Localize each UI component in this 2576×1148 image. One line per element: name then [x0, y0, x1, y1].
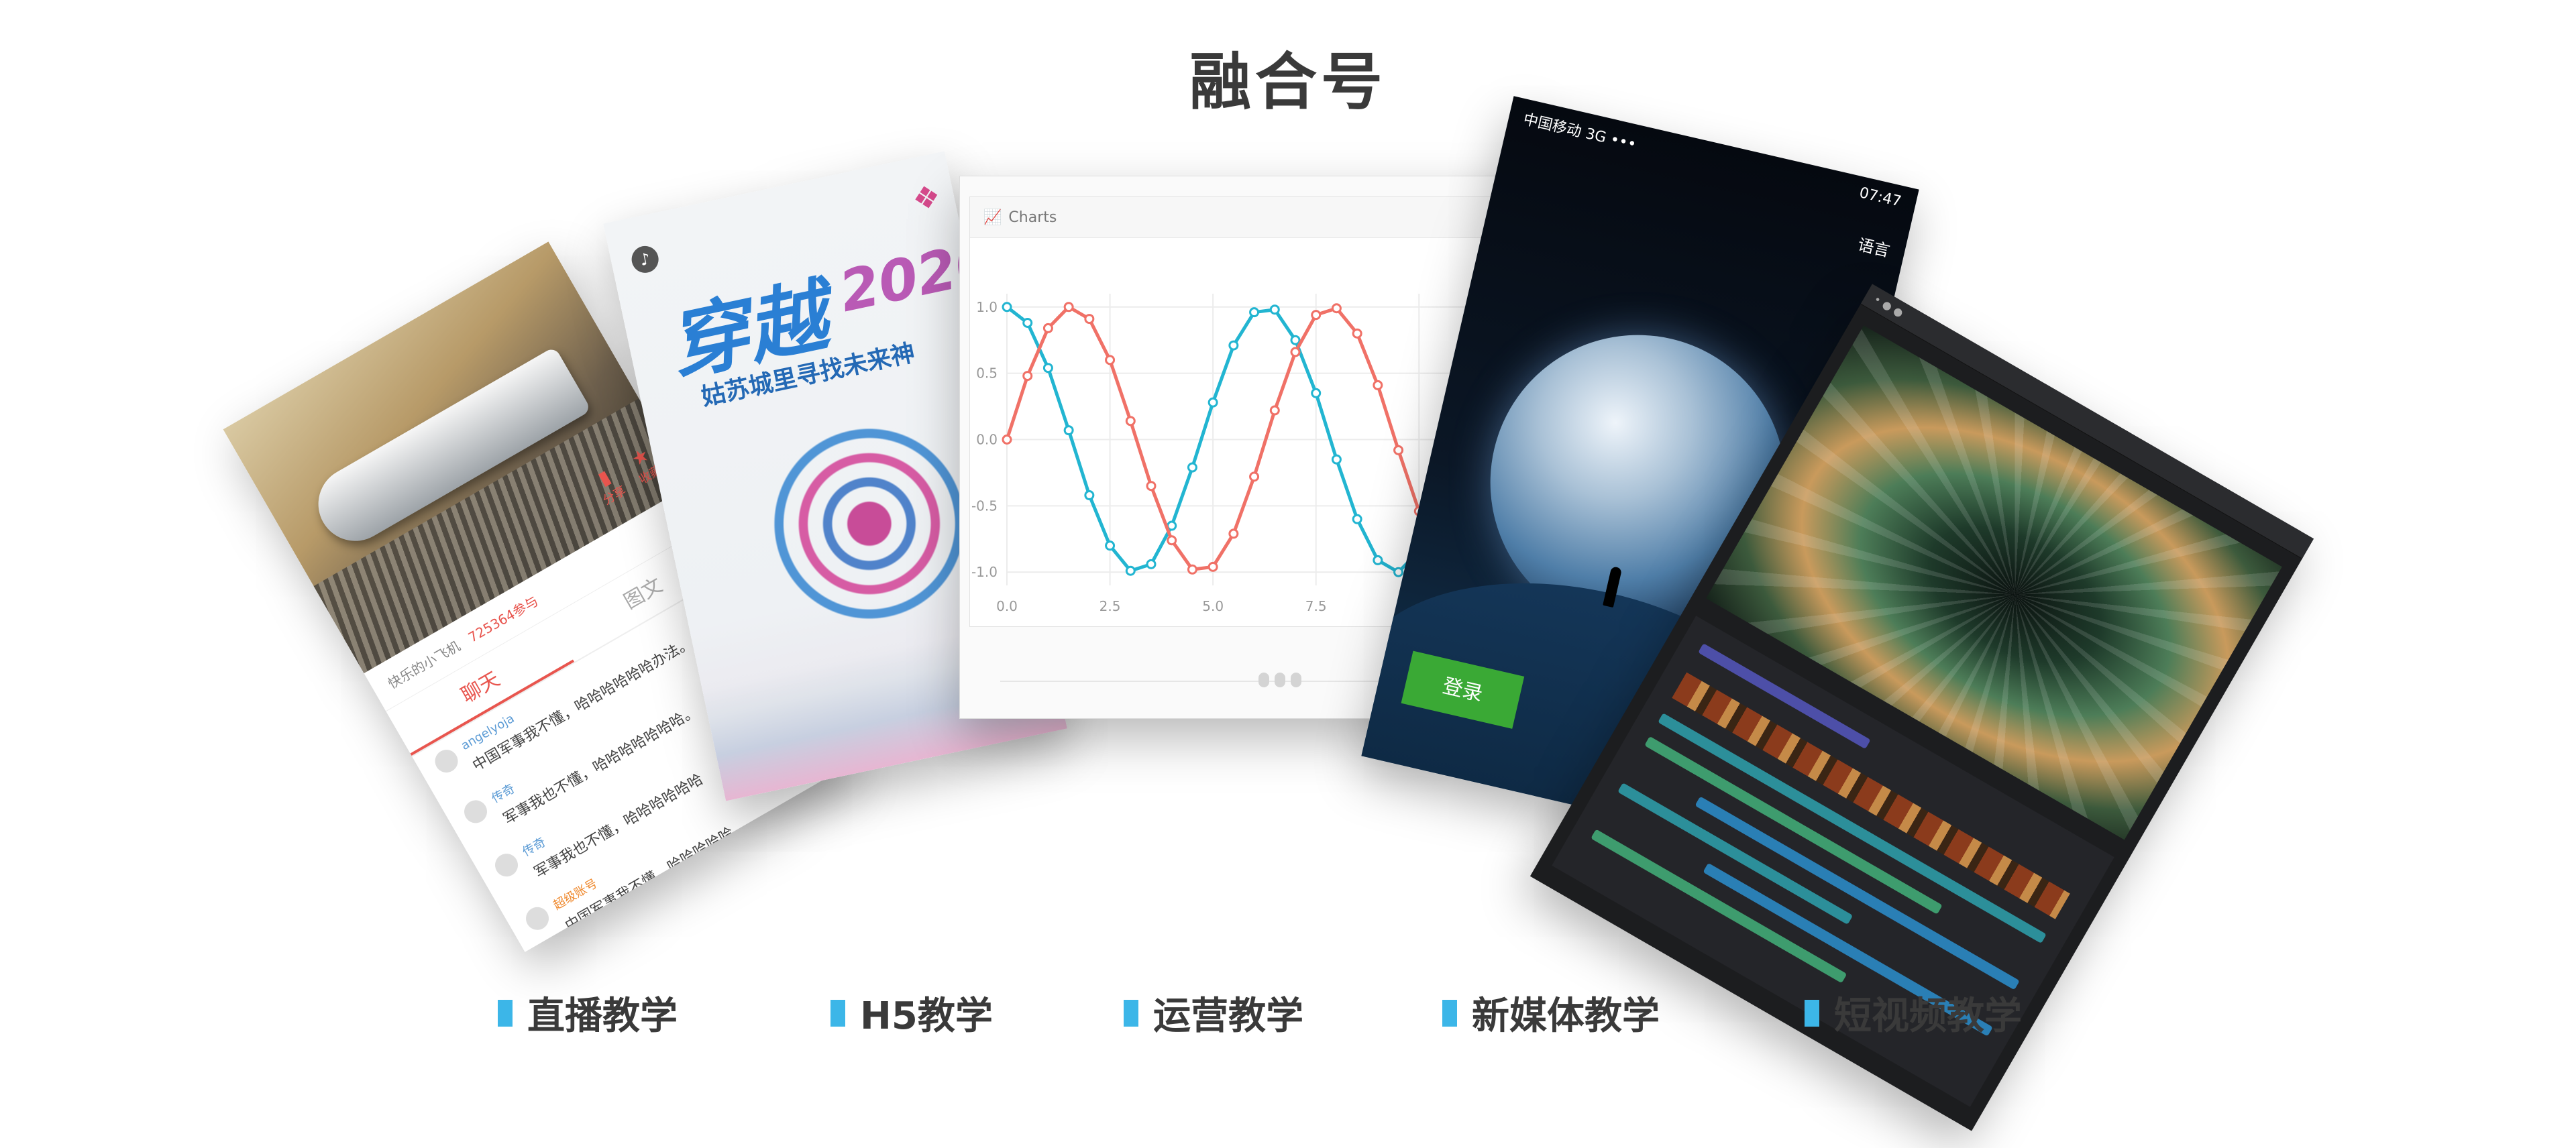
data-point — [1002, 435, 1012, 445]
data-point — [1125, 565, 1136, 576]
bullet-marker — [830, 999, 845, 1027]
y-tick-label: 0.0 — [976, 432, 998, 448]
data-point — [1105, 540, 1116, 551]
data-point — [1269, 304, 1280, 315]
book-logo-icon: ❖ — [909, 176, 944, 219]
x-tick-label: 5.0 — [1202, 598, 1224, 614]
category-label: 运营教学 — [1153, 994, 1303, 1038]
page-dot[interactable] — [1258, 673, 1269, 687]
data-point — [1269, 405, 1280, 416]
x-tick-label: 0.0 — [996, 598, 1018, 614]
data-point — [1249, 471, 1260, 482]
data-point — [1228, 528, 1239, 539]
data-point — [1208, 397, 1218, 408]
category-live-teaching[interactable]: 直播教学 — [498, 986, 678, 1040]
data-point — [1063, 302, 1074, 312]
data-point — [1352, 514, 1362, 524]
timeline-clip[interactable] — [1591, 829, 1847, 984]
bullet-marker — [1124, 999, 1138, 1027]
avatar — [460, 796, 492, 827]
data-point — [1042, 363, 1053, 374]
y-tick-label: 0.5 — [976, 365, 998, 382]
x-tick-label: 2.5 — [1099, 598, 1121, 614]
data-point — [1063, 425, 1074, 436]
data-point — [1311, 310, 1322, 321]
avatar — [521, 903, 553, 934]
clock-text: 07:47 — [1858, 184, 1903, 211]
data-point — [1002, 302, 1012, 312]
data-point — [1393, 567, 1404, 577]
category-new-media-teaching[interactable]: 新媒体教学 — [1442, 986, 1660, 1040]
category-operations-teaching[interactable]: 运营教学 — [1124, 986, 1303, 1040]
data-point — [1228, 340, 1239, 351]
data-point — [1331, 303, 1342, 314]
data-point — [1393, 445, 1404, 455]
data-point — [1208, 561, 1218, 572]
data-point — [1290, 347, 1301, 357]
data-point — [1105, 355, 1116, 365]
category-label: H5教学 — [860, 994, 993, 1038]
spiral-graphic — [742, 396, 997, 651]
data-point — [1311, 388, 1322, 398]
data-point — [1022, 318, 1033, 328]
data-point — [1331, 454, 1342, 465]
data-point — [1042, 323, 1053, 333]
data-point — [1373, 380, 1383, 390]
data-point — [1146, 559, 1157, 569]
data-point — [1084, 314, 1095, 325]
y-tick-label: -1.0 — [971, 564, 998, 580]
pagination-dots[interactable] — [1258, 673, 1301, 687]
bullet-marker — [1805, 999, 1819, 1027]
category-short-video-teaching[interactable]: 短视频教学 — [1805, 986, 2022, 1040]
category-label: 直播教学 — [527, 994, 678, 1038]
showcase-stage: ▮ 分享 ★ 收藏 快乐的小飞机 725364参与 聊天 图文 angelyoja 中… — [0, 0, 2576, 1131]
data-point — [1167, 535, 1177, 546]
category-h5-teaching[interactable]: H5教学 — [830, 986, 993, 1040]
y-tick-label: 1.0 — [976, 299, 998, 315]
music-note-icon[interactable]: ♪ — [629, 243, 661, 276]
page-dot[interactable] — [1275, 673, 1285, 687]
language-link[interactable]: 语言 — [1856, 231, 1893, 262]
data-point — [1352, 328, 1362, 339]
avatar — [431, 745, 462, 777]
data-point — [1290, 335, 1301, 345]
category-label: 新媒体教学 — [1472, 994, 1660, 1038]
category-label: 短视频教学 — [1834, 994, 2022, 1038]
bullet-marker — [498, 999, 513, 1027]
page-dot[interactable] — [1291, 673, 1301, 687]
avatar — [490, 849, 523, 881]
carrier-text: 中国移动 3G ••• — [1521, 111, 1638, 154]
data-point — [1373, 555, 1383, 565]
data-point — [1249, 307, 1260, 318]
data-point — [1125, 416, 1136, 426]
y-tick-label: -0.5 — [971, 498, 998, 514]
data-point — [1084, 490, 1095, 501]
data-point — [1022, 371, 1033, 382]
status-bar: 中国移动 3G ••• 07:47 — [1505, 96, 1919, 226]
bullet-marker — [1442, 999, 1457, 1027]
data-point — [1187, 462, 1197, 473]
category-legend: 直播教学 H5教学 运营教学 新媒体教学 短视频教学 — [0, 986, 2576, 1053]
data-point — [1146, 481, 1157, 492]
x-tick-label: 7.5 — [1305, 598, 1327, 614]
data-point — [1187, 564, 1197, 575]
